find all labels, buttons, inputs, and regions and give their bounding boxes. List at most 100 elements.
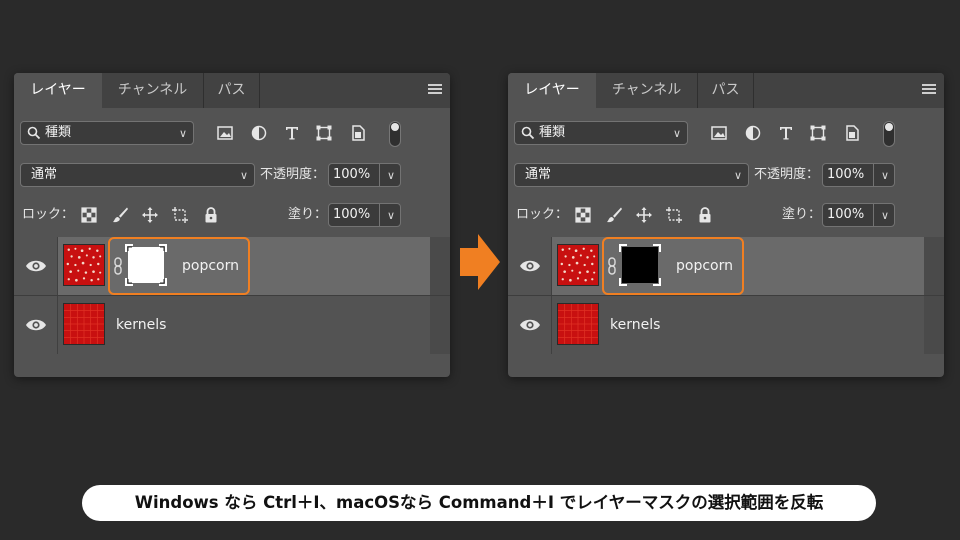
layer-row-popcorn[interactable]: popcorn — [14, 237, 450, 295]
mask-highlight-box — [602, 237, 744, 295]
lock-brush-icon[interactable] — [111, 206, 129, 224]
layer-filter-select[interactable]: 種類 ∨ — [514, 121, 688, 145]
lock-all-icon[interactable] — [696, 206, 714, 224]
fill-field[interactable]: 100% ∨ — [822, 203, 895, 227]
lock-row: ロック： 塗り： 100% ∨ — [508, 201, 944, 229]
opacity-label: 不透明度： — [754, 167, 820, 182]
lock-transparent-icon[interactable] — [574, 206, 592, 224]
tab-layers[interactable]: レイヤー — [508, 73, 596, 108]
fill-field[interactable]: 100% ∨ — [328, 203, 401, 227]
adjustment-filter-icon[interactable] — [250, 124, 268, 142]
layers-list: popcorn kernels — [14, 237, 450, 377]
layer-name[interactable]: kernels — [610, 296, 660, 354]
chevron-down-icon[interactable]: ∨ — [387, 205, 395, 227]
tab-paths[interactable]: パス — [698, 73, 754, 108]
opacity-value: 100% — [827, 167, 865, 182]
layers-panel-after: レイヤー チャンネル パス 種類 ∨ 通常 ∨ 不透明度： 100% ∨ ロック… — [508, 73, 944, 377]
eye-icon[interactable] — [25, 317, 47, 333]
chevron-down-icon: ∨ — [239, 169, 248, 182]
lock-artboard-icon[interactable] — [665, 206, 683, 224]
mask-highlight-box — [108, 237, 250, 295]
chevron-down-icon[interactable]: ∨ — [387, 165, 395, 187]
fill-label: 塗り： — [288, 207, 328, 222]
lock-artboard-icon[interactable] — [171, 206, 189, 224]
opacity-value: 100% — [333, 167, 371, 182]
filter-row: 種類 ∨ — [508, 119, 944, 147]
panel-menu-icon[interactable] — [922, 84, 936, 95]
blend-mode-select[interactable]: 通常 ∨ — [20, 163, 255, 187]
smart-object-filter-icon[interactable] — [843, 124, 861, 142]
layer-thumbnail — [63, 244, 105, 286]
blend-row: 通常 ∨ 不透明度： 100% ∨ — [14, 161, 450, 189]
eye-icon[interactable] — [25, 258, 47, 274]
layer-thumbnail — [63, 303, 105, 345]
blend-row: 通常 ∨ 不透明度： 100% ∨ — [508, 161, 944, 189]
scroll-track[interactable] — [924, 296, 944, 354]
layers-list: popcorn kernels — [508, 237, 944, 377]
layer-row-popcorn[interactable]: popcorn — [508, 237, 944, 295]
field-divider — [379, 204, 380, 226]
opacity-field[interactable]: 100% ∨ — [328, 163, 401, 187]
filter-kind-label: 種類 — [539, 125, 566, 140]
eye-icon[interactable] — [519, 258, 541, 274]
fill-value: 100% — [827, 207, 865, 222]
lock-label: ロック： — [516, 207, 569, 222]
chevron-down-icon: ∨ — [672, 127, 681, 140]
tab-layers[interactable]: レイヤー — [14, 73, 102, 108]
lock-all-icon[interactable] — [202, 206, 220, 224]
search-icon — [521, 126, 535, 140]
layer-row-kernels[interactable]: kernels — [508, 296, 944, 354]
scroll-track[interactable] — [430, 296, 450, 354]
lock-brush-icon[interactable] — [605, 206, 623, 224]
panel-tabbar: レイヤー チャンネル パス — [508, 73, 944, 108]
fill-value: 100% — [333, 207, 371, 222]
lock-position-icon[interactable] — [635, 206, 653, 224]
eye-icon[interactable] — [519, 317, 541, 333]
scroll-track[interactable] — [924, 237, 944, 295]
layers-panel-before: レイヤー チャンネル パス 種類 ∨ 通常 ∨ 不透明度： 100% ∨ ロック… — [14, 73, 450, 377]
visibility-column — [508, 237, 552, 295]
panel-tabbar: レイヤー チャンネル パス — [14, 73, 450, 108]
filter-kind-label: 種類 — [45, 125, 72, 140]
field-divider — [379, 164, 380, 186]
blend-mode-select[interactable]: 通常 ∨ — [514, 163, 749, 187]
lock-label: ロック： — [22, 207, 75, 222]
shape-filter-icon[interactable] — [315, 124, 333, 142]
scroll-track[interactable] — [430, 237, 450, 295]
filter-toggle[interactable] — [883, 121, 895, 147]
panel-menu-icon[interactable] — [428, 84, 442, 95]
opacity-label: 不透明度： — [260, 167, 326, 182]
type-filter-icon[interactable] — [777, 124, 795, 142]
layer-row-kernels[interactable]: kernels — [14, 296, 450, 354]
tab-paths[interactable]: パス — [204, 73, 260, 108]
chevron-down-icon[interactable]: ∨ — [881, 205, 889, 227]
chevron-down-icon: ∨ — [733, 169, 742, 182]
image-filter-icon[interactable] — [710, 124, 728, 142]
shape-filter-icon[interactable] — [809, 124, 827, 142]
blend-mode-value: 通常 — [31, 167, 58, 182]
lock-position-icon[interactable] — [141, 206, 159, 224]
type-filter-icon[interactable] — [283, 124, 301, 142]
lock-row: ロック： 塗り： 100% ∨ — [14, 201, 450, 229]
smart-object-filter-icon[interactable] — [349, 124, 367, 142]
layer-content: popcorn — [552, 237, 924, 295]
search-icon — [27, 126, 41, 140]
chevron-down-icon[interactable]: ∨ — [881, 165, 889, 187]
lock-transparent-icon[interactable] — [80, 206, 98, 224]
layer-content: popcorn — [58, 237, 430, 295]
layer-content: kernels — [552, 296, 924, 354]
layer-name[interactable]: kernels — [116, 296, 166, 354]
adjustment-filter-icon[interactable] — [744, 124, 762, 142]
opacity-field[interactable]: 100% ∨ — [822, 163, 895, 187]
tab-channels[interactable]: チャンネル — [102, 73, 204, 108]
tab-channels[interactable]: チャンネル — [596, 73, 698, 108]
visibility-column — [508, 296, 552, 354]
chevron-down-icon: ∨ — [178, 127, 187, 140]
fill-label: 塗り： — [782, 207, 822, 222]
image-filter-icon[interactable] — [216, 124, 234, 142]
blend-mode-value: 通常 — [525, 167, 552, 182]
filter-toggle[interactable] — [389, 121, 401, 147]
layer-thumbnail — [557, 244, 599, 286]
layer-filter-select[interactable]: 種類 ∨ — [20, 121, 194, 145]
caption-banner: Windows なら Ctrl＋I、macOSなら Command＋I でレイヤ… — [82, 485, 876, 521]
